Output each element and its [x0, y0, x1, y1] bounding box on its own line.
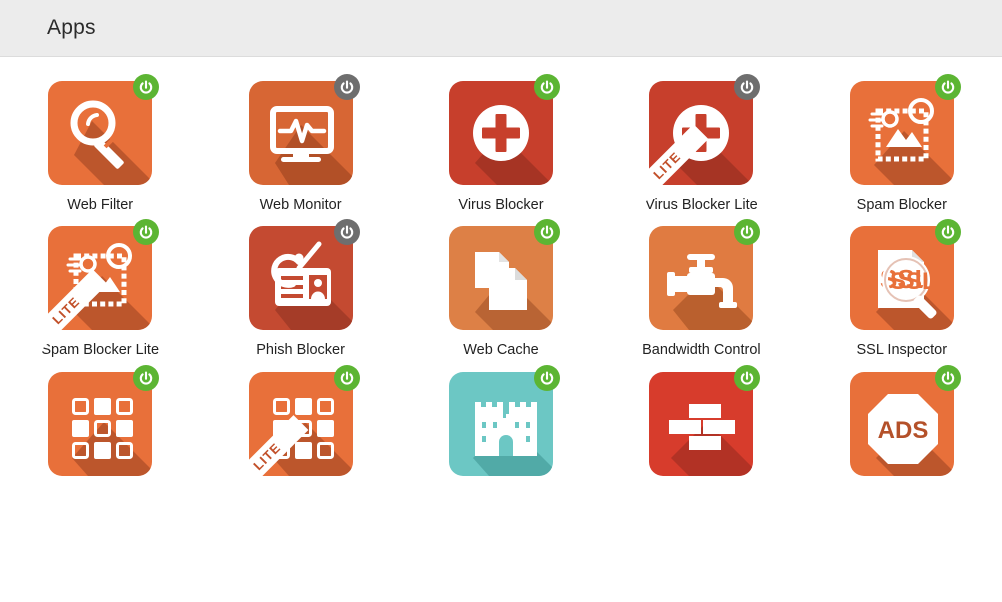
- id-card-hook-icon[interactable]: [248, 226, 353, 331]
- svg-text:SSL: SSL: [890, 268, 937, 295]
- app-tile[interactable]: Web Cache: [401, 219, 601, 359]
- power-toggle-badge[interactable]: [333, 219, 360, 246]
- app-tile[interactable]: LITE Virus Blocker Lite: [601, 74, 801, 214]
- app-tile[interactable]: SSL SSL SSL Inspector: [802, 219, 1002, 359]
- app-icon-wrapper[interactable]: [849, 74, 961, 185]
- app-tile[interactable]: Web Filter: [0, 74, 200, 214]
- svg-text:ADS: ADS: [877, 417, 928, 444]
- app-tile[interactable]: Phish Blocker: [200, 219, 400, 359]
- app-tile[interactable]: Virus Blocker: [401, 74, 601, 214]
- app-icon-wrapper[interactable]: LITE: [626, 74, 761, 207]
- power-toggle-badge[interactable]: [533, 364, 560, 391]
- power-toggle-badge[interactable]: [734, 364, 761, 391]
- app-icon-wrapper[interactable]: [248, 74, 360, 185]
- app-icon-wrapper[interactable]: ADS: [849, 364, 961, 476]
- app-label: Virus Blocker Lite: [645, 197, 758, 213]
- documents-icon[interactable]: [448, 226, 553, 331]
- power-toggle-badge[interactable]: [934, 219, 961, 246]
- power-toggle-badge[interactable]: [734, 74, 761, 100]
- app-icon-wrapper[interactable]: LITE: [24, 219, 160, 353]
- app-label: Web Monitor: [259, 197, 342, 213]
- app-tile[interactable]: LITE Spam Blocker Lite: [0, 219, 200, 359]
- postage-stamp-icon[interactable]: [48, 226, 153, 331]
- app-label: Virus Blocker: [458, 197, 544, 213]
- app-label: SSL Inspector: [856, 342, 948, 359]
- app-tile[interactable]: Spam Blocker: [802, 74, 1002, 214]
- postage-stamp-icon[interactable]: [849, 81, 954, 185]
- power-toggle-badge[interactable]: [533, 219, 560, 246]
- app-tile[interactable]: LITE: [200, 364, 400, 498]
- app-icon-wrapper[interactable]: [448, 219, 560, 331]
- app-tile[interactable]: Bandwidth Control: [601, 219, 801, 359]
- app-icon-wrapper[interactable]: SSL SSL: [849, 219, 961, 331]
- app-label: Spam Blocker: [856, 197, 947, 213]
- power-toggle-badge[interactable]: [934, 364, 961, 391]
- power-toggle-badge[interactable]: [333, 74, 360, 100]
- ssl-document-magnifier-icon[interactable]: SSL SSL: [849, 226, 954, 331]
- page-header: Apps: [0, 0, 1002, 57]
- app-label: Web Filter: [67, 197, 134, 213]
- app-grid-icon[interactable]: [248, 371, 353, 476]
- app-tile[interactable]: [601, 364, 801, 488]
- power-toggle-badge[interactable]: [133, 219, 160, 246]
- power-toggle-badge[interactable]: [133, 364, 160, 391]
- app-tile[interactable]: [0, 364, 200, 488]
- app-label: Web Cache: [463, 342, 539, 359]
- app-tile[interactable]: [401, 364, 601, 488]
- power-toggle-badge[interactable]: [133, 74, 160, 100]
- app-icon-wrapper[interactable]: [649, 219, 761, 331]
- apps-grid: Web Filter Web Monitor Virus Blocker LITE Vi…: [0, 57, 1002, 498]
- app-icon-wrapper[interactable]: [448, 364, 560, 476]
- app-label: Spam Blocker Lite: [41, 342, 160, 359]
- app-icon-wrapper[interactable]: [48, 74, 160, 185]
- power-toggle-badge[interactable]: [734, 219, 761, 246]
- power-toggle-badge[interactable]: [934, 74, 961, 100]
- app-tile[interactable]: ADS: [802, 364, 1002, 488]
- page-title: Apps: [47, 16, 96, 39]
- monitor-pulse-icon[interactable]: [248, 81, 353, 185]
- app-icon-wrapper[interactable]: [448, 74, 560, 185]
- app-label: Phish Blocker: [256, 342, 345, 359]
- app-icon-wrapper[interactable]: LITE: [225, 364, 360, 498]
- power-toggle-badge[interactable]: [333, 364, 360, 391]
- app-icon-wrapper[interactable]: [649, 364, 761, 476]
- app-label: Bandwidth Control: [642, 342, 761, 359]
- app-tile[interactable]: Web Monitor: [200, 74, 400, 214]
- app-icon-wrapper[interactable]: [248, 219, 360, 331]
- app-icon-wrapper[interactable]: [48, 364, 160, 476]
- power-toggle-badge[interactable]: [533, 74, 560, 100]
